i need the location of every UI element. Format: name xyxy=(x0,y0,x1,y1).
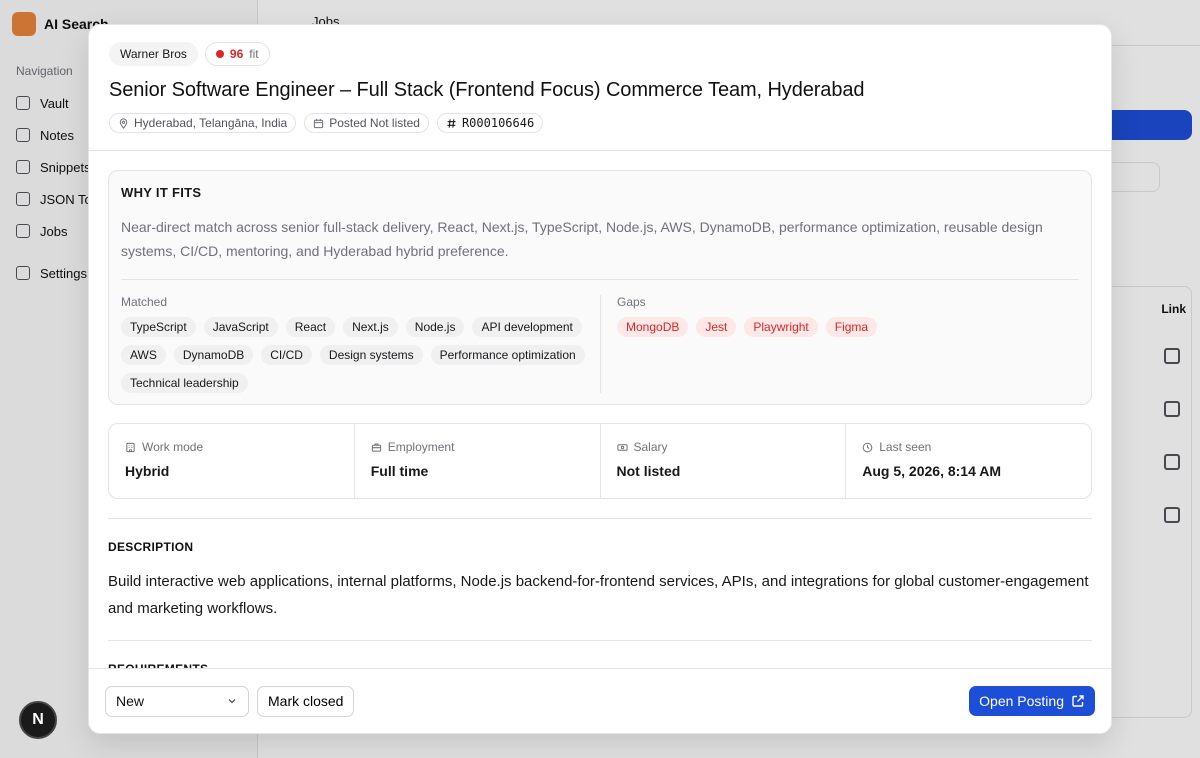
hash-icon xyxy=(447,118,456,128)
fit-label: fit xyxy=(249,47,259,61)
matched-label: Matched xyxy=(121,295,168,309)
open-posting-label: Open Posting xyxy=(979,693,1064,709)
gap-skill-chip: Playwright xyxy=(744,317,818,337)
clock-icon xyxy=(862,442,873,452)
work-mode-label: Work mode xyxy=(142,440,204,454)
gap-skill-chip: MongoDB xyxy=(617,317,689,337)
calendar-icon xyxy=(314,118,324,128)
job-title: Senior Software Engineer – Full Stack (F… xyxy=(109,79,865,101)
open-posting-button[interactable]: Open Posting xyxy=(969,686,1095,716)
work-mode-value: Hybrid xyxy=(125,463,170,479)
status-value: New xyxy=(116,693,145,709)
job-id-text: R000106646 xyxy=(461,116,535,130)
salary-value: Not listed xyxy=(616,463,681,479)
gap-skill-chip: Figma xyxy=(825,317,878,337)
location-badge: Hyderabad, Telangāna, India xyxy=(109,113,297,133)
fact-work-mode: Work mode Hybrid xyxy=(109,424,355,498)
employment-label: Employment xyxy=(387,440,455,454)
matched-skill-chip: Design systems xyxy=(319,345,423,365)
matched-skill-chip: Technical leadership xyxy=(121,373,248,393)
external-link-icon xyxy=(1072,695,1084,707)
employment-value: Full time xyxy=(370,463,429,479)
fit-indicator-icon xyxy=(215,50,224,58)
last-seen-value: Aug 5, 2026, 8:14 AM xyxy=(862,463,1002,479)
modal-header: Warner Bros 96 fit Senior Software Engin… xyxy=(89,25,1111,151)
divider xyxy=(108,518,1092,519)
mark-closed-button[interactable]: Mark closed xyxy=(257,685,355,717)
job-facts: Work mode Hybrid Employment Full time Sa… xyxy=(108,423,1092,499)
why-it-fits-heading: WHY IT FITS xyxy=(121,185,202,200)
chevron-down-icon xyxy=(228,699,236,704)
posted-badge: Posted Not listed xyxy=(304,113,429,133)
posted-text: Posted Not listed xyxy=(329,116,420,130)
salary-label: Salary xyxy=(633,440,668,454)
fit-score: 96 xyxy=(229,47,244,61)
why-it-fits-card: WHY IT FITS Near-direct match across sen… xyxy=(108,170,1092,405)
matched-skills: Matched TypeScript JavaScript React Next.js… xyxy=(121,295,601,393)
divider xyxy=(108,640,1092,641)
fact-salary: Salary Not listed xyxy=(601,424,847,498)
modal-footer: New Mark closed Open Posting xyxy=(89,668,1111,733)
gap-skills: Gaps MongoDB Jest Playwright Figma xyxy=(601,295,887,393)
fact-last-seen: Last seen Aug 5, 2026, 8:14 AM xyxy=(846,424,1091,498)
gap-skill-chip: Jest xyxy=(696,317,737,337)
divider xyxy=(121,279,1079,280)
banknote-icon xyxy=(616,443,628,451)
matched-skill-chip: React xyxy=(285,317,336,337)
matched-skill-chip: Performance optimization xyxy=(430,345,585,365)
fact-employment: Employment Full time xyxy=(355,424,601,498)
matched-skill-chip: JavaScript xyxy=(203,317,278,337)
building-icon xyxy=(126,442,135,452)
gaps-label: Gaps xyxy=(617,295,646,309)
modal-body[interactable]: WHY IT FITS Near-direct match across sen… xyxy=(89,151,1111,670)
matched-skill-chip: Node.js xyxy=(405,317,465,337)
job-id-badge: R000106646 xyxy=(436,113,544,133)
status-select[interactable]: New xyxy=(105,685,249,717)
matched-skill-chip: Next.js xyxy=(343,317,398,337)
matched-skill-chip: API development xyxy=(472,317,582,337)
briefcase-icon xyxy=(371,443,381,452)
company-badge: Warner Bros xyxy=(109,42,198,66)
last-seen-label: Last seen xyxy=(879,440,932,454)
description-heading: DESCRIPTION xyxy=(108,540,194,554)
map-pin-icon xyxy=(119,117,128,129)
fit-summary: Near-direct match across senior full-sta… xyxy=(121,219,1043,259)
matched-skill-chip: DynamoDB xyxy=(173,345,254,365)
fit-score-badge: 96 fit xyxy=(204,42,270,66)
matched-skill-chip: AWS xyxy=(121,345,166,365)
matched-skill-chip: TypeScript xyxy=(121,317,196,337)
location-text: Hyderabad, Telangāna, India xyxy=(134,116,288,130)
job-detail-modal: Warner Bros 96 fit Senior Software Engin… xyxy=(88,24,1112,734)
dev-tools-badge[interactable]: N xyxy=(19,701,57,739)
description-text: Build interactive web applications, inte… xyxy=(108,573,1089,617)
matched-skill-chip: CI/CD xyxy=(261,345,312,365)
